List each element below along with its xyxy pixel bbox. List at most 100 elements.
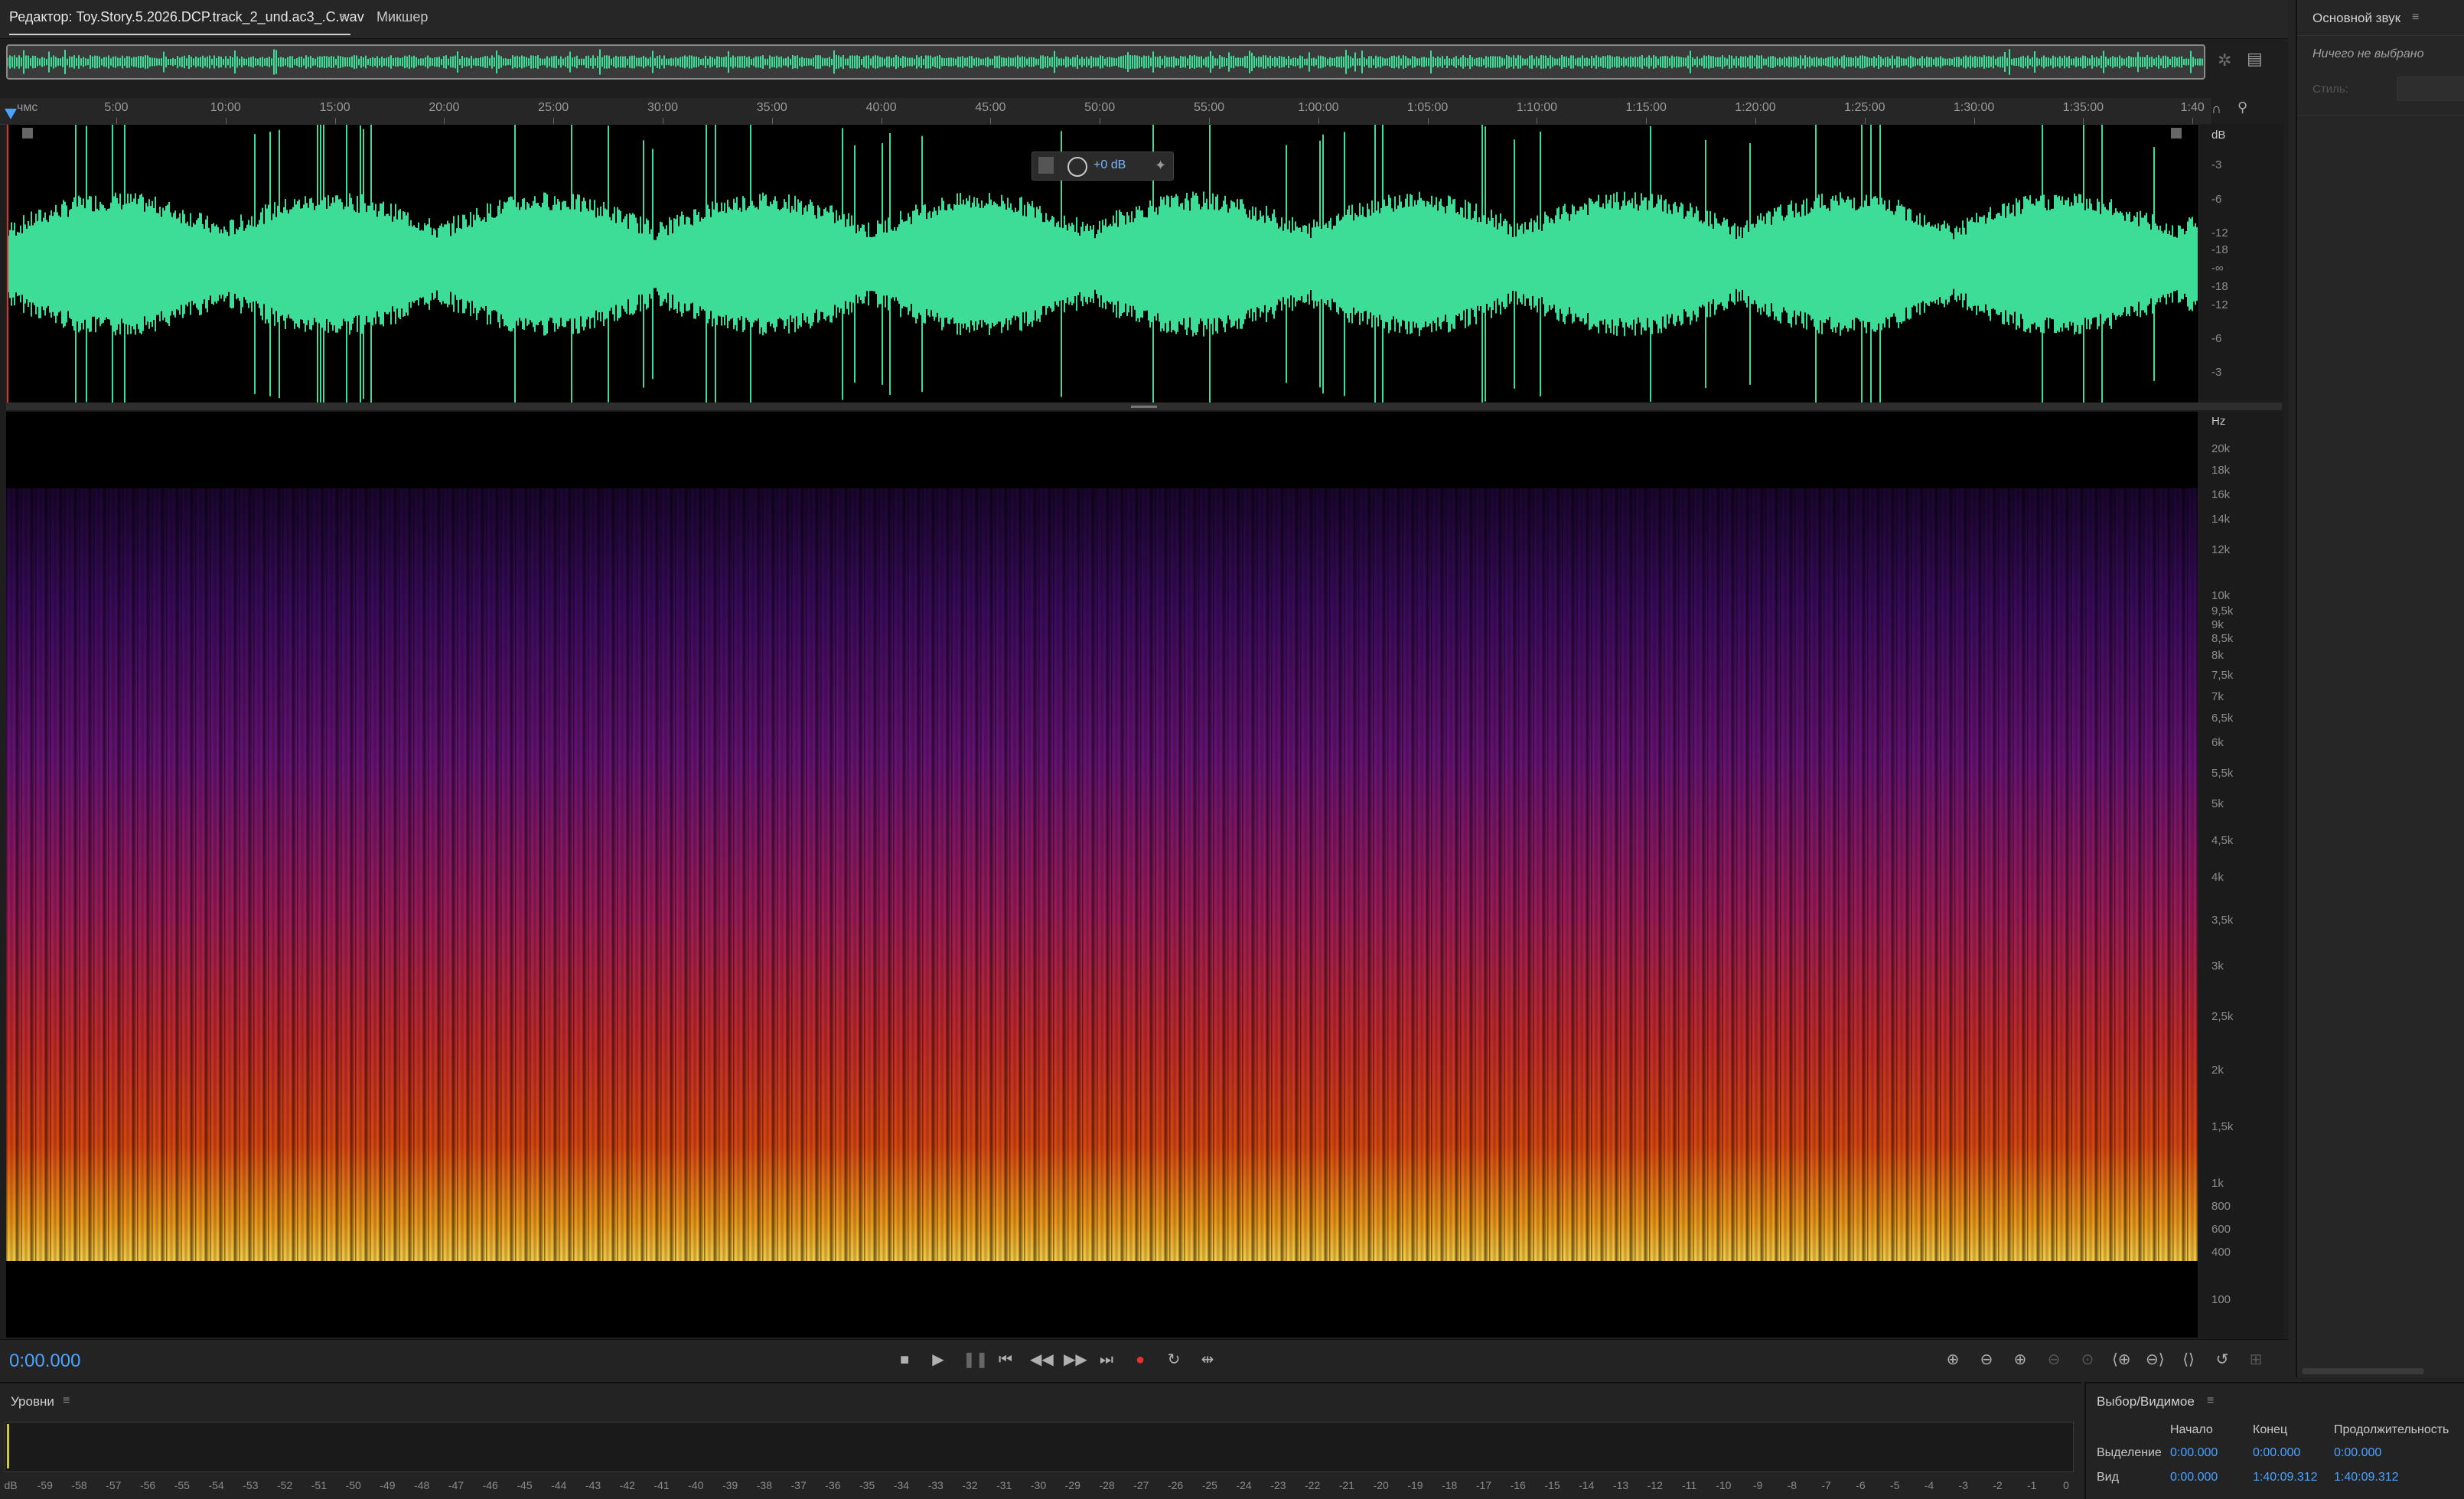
meter-tick-label: -14: [1579, 1479, 1595, 1491]
current-time[interactable]: 0:00.000: [9, 1351, 80, 1372]
meter-tick-label: -38: [756, 1479, 772, 1491]
essential-sound-title: Основной звук: [2312, 11, 2401, 25]
zoom-to-fit-icon[interactable]: ✲: [2218, 51, 2231, 70]
style-select[interactable]: [2397, 77, 2464, 101]
headphones-icon[interactable]: ∩: [2211, 101, 2221, 117]
channel-toggle-icon[interactable]: [22, 128, 33, 138]
selection-view-panel: Выбор/Видимое ≡ Начало Конец Продолжител…: [2084, 1382, 2464, 1499]
time-ruler[interactable]: чмс 5:00 10:00 15:00 20:00 25:00 30:00 35:00 40…: [0, 98, 2211, 125]
meter-tick-label: -58: [71, 1479, 87, 1491]
view-start[interactable]: 0:00.000: [2170, 1471, 2218, 1484]
panel-menu-icon[interactable]: ≡: [2412, 11, 2419, 24]
meter-tick-label: -15: [1544, 1479, 1560, 1491]
header-start: Начало: [2170, 1423, 2213, 1436]
hz-tick-label: 2,5k: [2211, 1010, 2234, 1023]
view-duration[interactable]: 1:40:09.312: [2334, 1471, 2399, 1484]
ruler-tick-label: 1:20:00: [1735, 101, 1776, 114]
meter-tick-label: -46: [482, 1479, 498, 1491]
splitter-grip[interactable]: [1131, 406, 1157, 408]
ruler-tick-label: 5:00: [104, 101, 129, 114]
meter-tick-label: -36: [825, 1479, 841, 1491]
spectral-view[interactable]: [6, 412, 2198, 1338]
tab-menu-icon[interactable]: ≡: [340, 11, 347, 24]
view-end[interactable]: 1:40:09.312: [2253, 1471, 2318, 1484]
playhead-marker[interactable]: [5, 109, 17, 119]
ruler-tick: [1973, 118, 1975, 124]
meter-tick-label: -11: [1681, 1479, 1697, 1491]
skip-back-icon[interactable]: ⏮: [996, 1351, 1015, 1369]
ruler-tick-label: 55:00: [1193, 101, 1225, 114]
gain-hud[interactable]: +0 dB ✦: [1032, 152, 1174, 181]
zoom-reset-icon[interactable]: ↺: [2213, 1351, 2231, 1369]
meter-tick-label: -54: [208, 1479, 224, 1491]
hz-tick-label: 9,5k: [2211, 604, 2234, 618]
stop-icon[interactable]: ■: [895, 1351, 914, 1369]
meter-tick-label: -24: [1236, 1479, 1252, 1491]
pin-hud-icon[interactable]: ✦: [1155, 158, 1166, 174]
ruler-tick-label: 15:00: [319, 101, 350, 114]
gain-value[interactable]: +0 dB: [1093, 158, 1126, 172]
levels-panel: Уровни ≡ dB -59 -58 -57 -56 -55 -54 -53 -52 -51 -5…: [0, 1382, 2081, 1499]
channel-toggle-right-icon[interactable]: [2171, 128, 2182, 138]
hz-tick-label: 1k: [2211, 1177, 2224, 1190]
ruler-tick-label: 45:00: [975, 101, 1006, 114]
skip-forward-icon[interactable]: ⏭: [1097, 1351, 1116, 1369]
pause-icon[interactable]: ❚❚: [963, 1351, 989, 1369]
zoom-in-amplitude-icon[interactable]: ⊕: [1944, 1351, 1962, 1369]
zoom-out-icon[interactable]: ⊖: [2045, 1351, 2063, 1369]
selection-duration[interactable]: 0:00.000: [2334, 1446, 2381, 1460]
db-tick-label: -3: [2211, 366, 2222, 379]
meter-tick-label: -12: [1647, 1479, 1663, 1491]
levels-menu-icon[interactable]: ≡: [63, 1394, 70, 1408]
loop-icon[interactable]: ↻: [1165, 1351, 1183, 1369]
hz-tick-label: 600: [2211, 1223, 2231, 1236]
rewind-icon[interactable]: ◀◀: [1030, 1351, 1054, 1369]
selection-start[interactable]: 0:00.000: [2170, 1446, 2218, 1460]
pin-icon[interactable]: ⚲: [2237, 99, 2247, 116]
ruler-tick-label: 25:00: [538, 101, 569, 114]
ruler-tick: [771, 118, 773, 124]
list-view-icon[interactable]: ▤: [2247, 49, 2263, 69]
transport-bar: 0:00.000 ■ ▶ ❚❚ ⏮ ◀◀ ▶▶ ⏭ ● ↻ ⇹ ⊕ ⊖ ⊕ ⊖ …: [0, 1339, 2288, 1380]
volume-icon: [1038, 157, 1054, 174]
gain-knob[interactable]: [1067, 157, 1087, 177]
view-splitter[interactable]: [6, 402, 2282, 410]
panel-scrollbar[interactable]: [2302, 1368, 2424, 1374]
record-icon[interactable]: ●: [1131, 1351, 1149, 1369]
zoom-out-amplitude-icon[interactable]: ⊖: [1977, 1351, 1996, 1369]
db-tick-label: -6: [2211, 193, 2222, 206]
ruler-tick-label: 30:00: [647, 101, 679, 114]
meter-tick-label: -2: [1993, 1479, 2003, 1491]
ruler-tick: [2083, 118, 2084, 124]
skip-selection-icon[interactable]: ⇹: [1198, 1351, 1217, 1369]
zoom-in-point-icon[interactable]: ⟨⊕: [2112, 1351, 2131, 1369]
db-unit: dB: [2211, 129, 2226, 142]
zoom-full-icon[interactable]: ⟨⟩: [2179, 1351, 2198, 1369]
zoom-frequency-icon[interactable]: ⊞: [2247, 1351, 2265, 1369]
panel-divider: [2297, 35, 2464, 36]
ruler-tick: [1864, 118, 1866, 124]
overview-navigator[interactable]: [6, 44, 2205, 80]
tab-mixer[interactable]: Микшер: [376, 9, 428, 25]
tab-editor[interactable]: Редактор: Toy.Story.5.2026.DCP.track_2_u…: [9, 9, 364, 25]
zoom-out-point-icon[interactable]: ⊖⟩: [2146, 1351, 2165, 1369]
zoom-selection-icon[interactable]: ⊙: [2078, 1351, 2097, 1369]
hz-tick-label: 2k: [2211, 1064, 2224, 1077]
meter-bar: [7, 1424, 9, 1468]
meter-scale: dB -59 -58 -57 -56 -55 -54 -53 -52 -51 -50 -49 -48 -4…: [4, 1479, 2072, 1496]
hz-tick-label: 8,5k: [2211, 632, 2234, 645]
meter-tick-label: -53: [243, 1479, 259, 1491]
selection-end[interactable]: 0:00.000: [2253, 1446, 2300, 1460]
ruler-tick-label: 10:00: [210, 101, 241, 114]
fast-forward-icon[interactable]: ▶▶: [1064, 1351, 1087, 1369]
meter-tick-label: -57: [106, 1479, 122, 1491]
row-label-view: Вид: [2097, 1471, 2119, 1484]
hz-tick-label: 9k: [2211, 618, 2224, 631]
hz-tick-label: 400: [2211, 1246, 2231, 1259]
meter-tick-label: -18: [1442, 1479, 1458, 1491]
zoom-in-icon[interactable]: ⊕: [2011, 1351, 2029, 1369]
meter-tick-label: dB: [4, 1479, 18, 1491]
selection-menu-icon[interactable]: ≡: [2207, 1394, 2214, 1408]
meter-tick-label: -47: [448, 1479, 464, 1491]
play-icon[interactable]: ▶: [929, 1351, 947, 1369]
